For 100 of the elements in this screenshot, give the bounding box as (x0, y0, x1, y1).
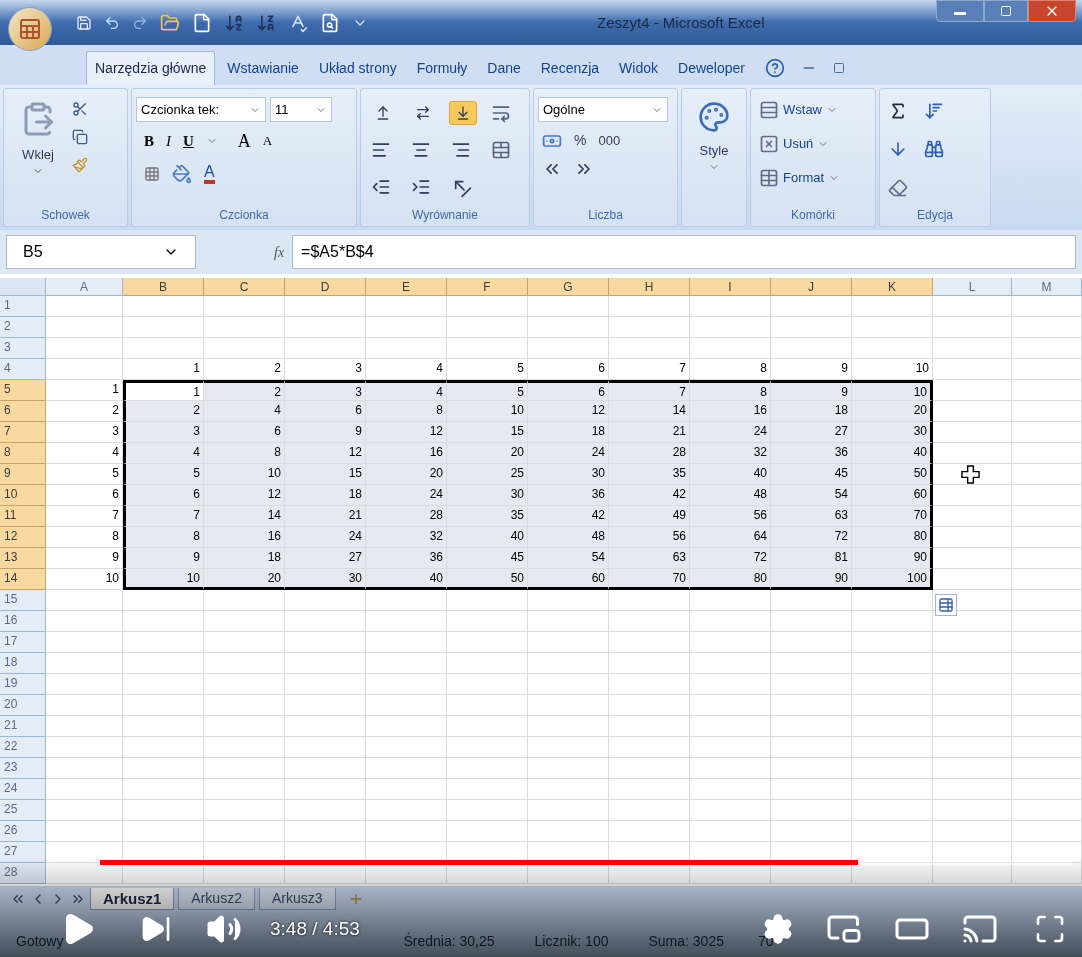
percent-button[interactable]: % (574, 130, 587, 151)
name-box[interactable]: B5 (6, 235, 196, 269)
borders-icon[interactable] (144, 166, 160, 182)
column-header[interactable]: M (1012, 278, 1082, 296)
progress-track[interactable] (100, 860, 1072, 865)
fullscreen-icon[interactable] (1034, 913, 1066, 945)
row-header[interactable]: 27 (0, 842, 46, 863)
underline-button[interactable]: U (183, 129, 194, 153)
sort-filter-icon[interactable] (924, 101, 944, 121)
styles-button[interactable]: Style (686, 93, 742, 226)
shrink-font-button[interactable]: A (262, 131, 273, 151)
clear-icon[interactable] (888, 177, 908, 198)
italic-button[interactable]: I (166, 129, 171, 153)
row-header[interactable]: 22 (0, 737, 46, 758)
vertical-align-button[interactable] (449, 101, 477, 125)
redo-icon[interactable] (132, 14, 148, 31)
row-header[interactable]: 16 (0, 611, 46, 632)
ribbon-tab[interactable]: Widok (611, 51, 666, 85)
row-header[interactable]: 14 (0, 569, 46, 590)
column-header[interactable]: H (609, 278, 690, 296)
office-button[interactable] (8, 6, 52, 51)
column-header[interactable]: G (528, 278, 609, 296)
cut-icon[interactable] (72, 101, 88, 117)
paste-button[interactable]: Wklej (8, 93, 68, 204)
row-header[interactable]: 11 (0, 506, 46, 527)
row-header[interactable]: 9 (0, 464, 46, 485)
restore-icon[interactable] (832, 62, 845, 74)
row-header[interactable]: 10 (0, 485, 46, 506)
row-header[interactable]: 15 (0, 590, 46, 611)
column-header[interactable]: B (123, 278, 204, 296)
row-header[interactable]: 19 (0, 674, 46, 695)
row-header[interactable]: 5 (0, 380, 46, 401)
decrease-indent-icon[interactable] (371, 177, 391, 197)
bold-button[interactable]: B (144, 129, 154, 153)
help-icon[interactable] (764, 58, 785, 78)
row-header[interactable]: 21 (0, 716, 46, 737)
column-header[interactable]: I (690, 278, 771, 296)
grow-font-button[interactable]: A (237, 127, 251, 155)
align-left-icon[interactable] (371, 140, 391, 160)
function-label[interactable]: fx (274, 241, 285, 263)
formula-field[interactable]: =$A5*B$4 (292, 235, 1076, 269)
row-header[interactable]: 3 (0, 338, 46, 359)
undo-icon[interactable] (104, 14, 120, 31)
font-color-button[interactable]: A (204, 164, 215, 184)
align-right-icon[interactable] (451, 140, 471, 160)
row-header[interactable]: 7 (0, 422, 46, 443)
column-header[interactable]: F (447, 278, 528, 296)
sheet-tab[interactable]: Arkusz2 (178, 888, 255, 910)
column-header[interactable]: L (933, 278, 1012, 296)
ribbon-tab[interactable]: Układ strony (310, 51, 405, 85)
row-header[interactable]: 28 (0, 863, 46, 884)
row-header[interactable]: 18 (0, 653, 46, 674)
minimize-button[interactable] (936, 0, 984, 22)
align-center-icon[interactable] (411, 140, 431, 160)
row-header[interactable]: 1 (0, 296, 46, 317)
row-header[interactable]: 8 (0, 443, 46, 464)
cells-button[interactable]: Format (759, 165, 841, 191)
row-header[interactable]: 20 (0, 695, 46, 716)
font-name-dropdown[interactable]: Czcionka tek: (136, 97, 266, 122)
office-logo-icon[interactable] (18, 16, 42, 41)
ribbon-tab[interactable]: Dane (479, 51, 529, 85)
thousands-button[interactable]: 000 (598, 130, 621, 151)
fill-color-icon[interactable] (172, 164, 192, 184)
column-header[interactable]: A (46, 278, 123, 296)
font-size-dropdown[interactable]: 11 (270, 97, 332, 122)
maximize-button[interactable] (984, 0, 1028, 22)
folder-icon[interactable] (160, 12, 180, 33)
column-header[interactable]: D (285, 278, 366, 296)
row-header[interactable]: 12 (0, 527, 46, 548)
row-header[interactable]: 4 (0, 359, 46, 380)
row-header[interactable]: 25 (0, 800, 46, 821)
number-format-dropdown[interactable]: Ogólne (538, 97, 668, 122)
wrap-text-icon[interactable] (491, 103, 511, 123)
row-header[interactable]: 13 (0, 548, 46, 569)
new-file-icon[interactable] (192, 12, 212, 33)
ribbon-tab[interactable]: Formuły (408, 51, 476, 85)
row-header[interactable]: 24 (0, 779, 46, 800)
sheet-tab[interactable]: Arkusz1 (90, 888, 175, 910)
cells-button[interactable]: Wstaw (759, 97, 841, 123)
column-header[interactable]: K (852, 278, 933, 296)
copy-icon[interactable] (72, 129, 88, 145)
column-header[interactable]: E (366, 278, 447, 296)
row-header[interactable]: 17 (0, 632, 46, 653)
ribbon-tab[interactable]: Recenzja (532, 51, 608, 85)
merge-cells-icon[interactable] (491, 140, 511, 160)
paste-options-button[interactable] (935, 594, 957, 616)
save-icon[interactable] (76, 14, 92, 31)
row-header[interactable]: 23 (0, 758, 46, 779)
row-header[interactable]: 6 (0, 401, 46, 422)
column-header[interactable]: J (771, 278, 852, 296)
row-header[interactable]: 2 (0, 317, 46, 338)
find-icon[interactable] (924, 139, 944, 160)
column-header[interactable]: C (204, 278, 285, 296)
ribbon-tab[interactable]: Deweloper (670, 51, 753, 85)
increase-indent-icon[interactable] (411, 177, 431, 197)
cells-button[interactable]: Usuń (759, 131, 841, 157)
print-preview-icon[interactable] (320, 12, 340, 33)
ribbon-tab[interactable]: Narzędzia główne (86, 51, 216, 85)
row-header[interactable]: 26 (0, 821, 46, 842)
sheet-tab[interactable]: Arkusz3 (258, 888, 336, 910)
